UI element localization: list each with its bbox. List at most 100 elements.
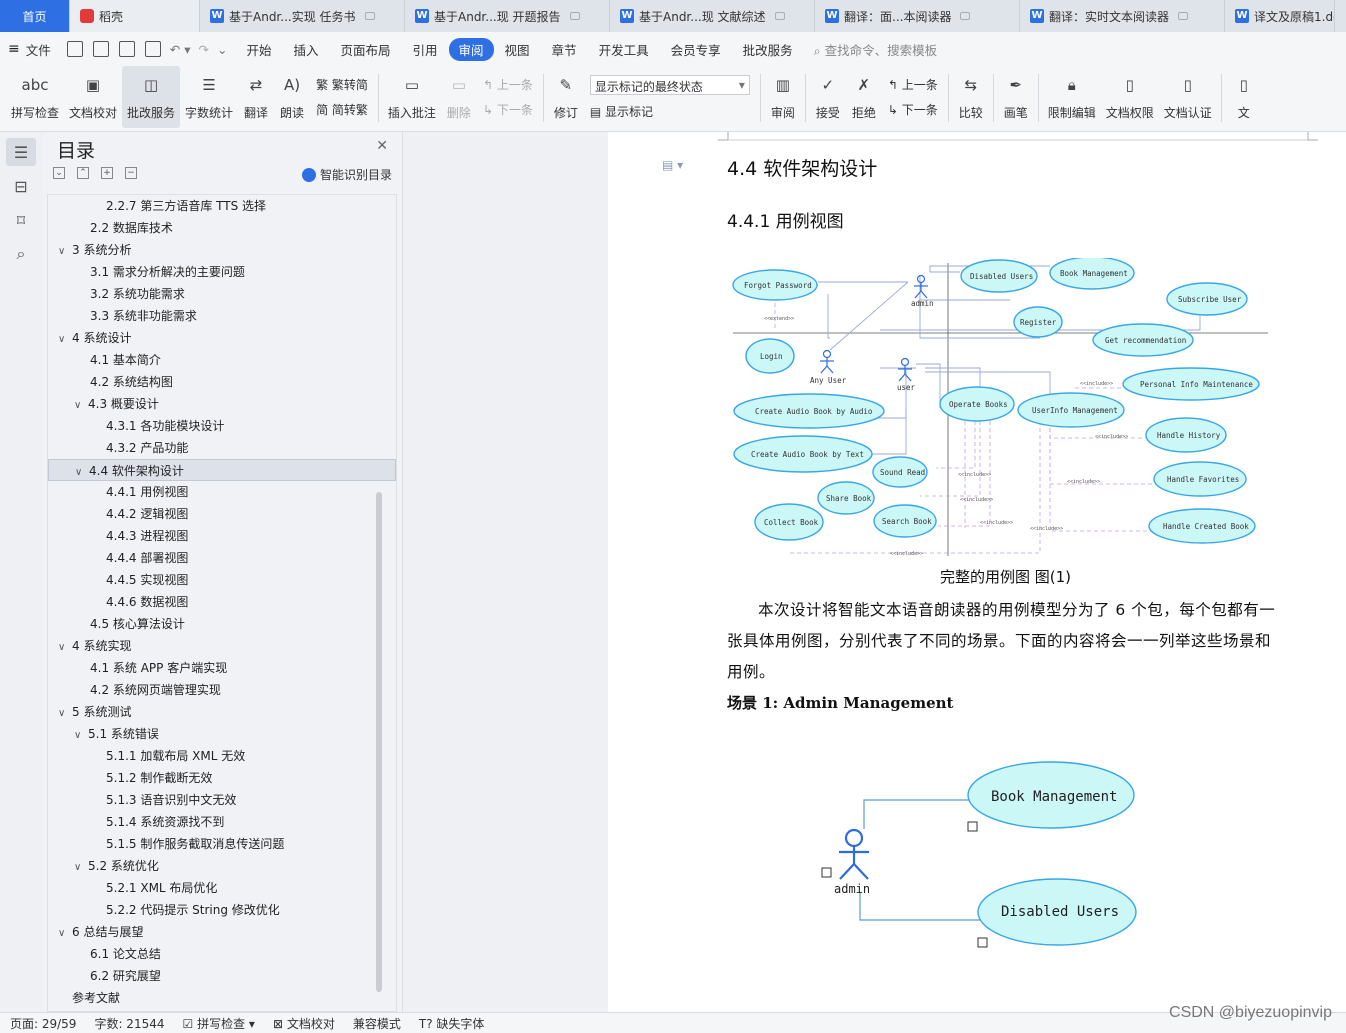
spell-check-button[interactable]: abc 拼写检查 [6, 66, 64, 128]
toc-item[interactable]: 4.4.4 部署视图 [48, 547, 396, 569]
proofread-status[interactable]: ⊠ 文档校对 [273, 1015, 335, 1032]
menu-chapter[interactable]: 章节 [541, 40, 588, 59]
toc-item[interactable]: ∨ 5.2 系统优化 [48, 855, 396, 877]
trad-to-simp-button[interactable]: 繁 繁转简 [316, 76, 368, 93]
pen-button[interactable]: ✒ 画笔 [998, 66, 1034, 128]
export-icon[interactable] [92, 41, 109, 57]
tab-doc-2[interactable]: W 基于Andr...现 开题报告 [405, 0, 610, 32]
document-page[interactable]: ▤ ▾ 4.4 软件架构设计 4.4.1 用例视图 <<extend>> <<i… [608, 132, 1346, 1012]
menu-layout[interactable]: 页面布局 [329, 40, 401, 59]
display-state-select[interactable]: 显示标记的最终状态 ▾ [589, 74, 750, 95]
toc-item[interactable]: 5.1.2 制作截断无效 [48, 767, 396, 789]
translate-button[interactable]: ⇄ 翻译 [238, 66, 274, 128]
scrollbar[interactable] [376, 492, 382, 992]
toc-item[interactable]: 4.1 基本简介 [48, 349, 396, 371]
toc-item[interactable]: 3.2 系统功能需求 [48, 283, 396, 305]
next-revision-button[interactable]: ↳ 下一条 [888, 101, 938, 118]
smart-toc-button[interactable]: 智能识别目录 [301, 166, 392, 183]
menu-reference[interactable]: 引用 [402, 40, 449, 59]
toc-item[interactable]: 6.2 研究展望 [48, 965, 396, 987]
chevron-down-icon[interactable]: ∨ [75, 462, 89, 484]
doc-certify-button[interactable]: ▯ 文档认证 [1159, 66, 1217, 128]
toc-item[interactable]: 参考文献 [48, 987, 396, 1009]
toc-item[interactable]: 4.4.6 数据视图 [48, 591, 396, 613]
toc-item[interactable]: 5.2.2 代码提示 String 修改优化 [48, 899, 396, 921]
print-icon[interactable] [118, 41, 135, 57]
toc-item[interactable]: ∨ 6 总结与展望 [48, 921, 396, 943]
chevron-down-icon[interactable]: ∨ [58, 703, 72, 725]
menu-file[interactable]: 文件 [24, 40, 62, 59]
menu-view[interactable]: 视图 [494, 40, 541, 59]
collapse-icon[interactable]: ⌄ [53, 167, 65, 179]
chevron-down-icon[interactable]: ∨ [58, 329, 72, 351]
redo-icon[interactable]: ↷ [198, 42, 208, 57]
toc-item[interactable]: 4.4.5 实现视图 [48, 569, 396, 591]
menu-correct[interactable]: 批改服务 [732, 40, 804, 59]
hamburger-icon[interactable]: ≡ [8, 41, 20, 57]
menu-member[interactable]: 会员专享 [660, 40, 732, 59]
toc-item[interactable]: 4.2 系统网页端管理实现 [48, 679, 396, 701]
revise-button[interactable]: ✎ 修订 [548, 66, 584, 128]
toc-item[interactable]: 4.4.1 用例视图 [48, 481, 396, 503]
toc-item[interactable]: ∨ 4.3 概要设计 [48, 393, 396, 415]
preview-icon[interactable] [144, 41, 161, 57]
delete-comment-button[interactable]: ▭ 删除 [441, 66, 477, 128]
prev-comment-button[interactable]: ↰ 上一条 [483, 76, 533, 93]
chevron-down-icon[interactable]: ∨ [74, 395, 88, 417]
toc-item[interactable]: 4.4.2 逻辑视图 [48, 503, 396, 525]
compare-button[interactable]: ⇆ 比较 [953, 66, 989, 128]
simp-to-trad-button[interactable]: 简 简转繁 [316, 101, 368, 118]
toc-item[interactable]: 2.2 数据库技术 [48, 217, 396, 239]
show-marks-button[interactable]: ▤ 显示标记 [590, 103, 750, 120]
toc-item[interactable]: 5.1.4 系统资源找不到 [48, 811, 396, 833]
read-aloud-button[interactable]: A) 朗读 [274, 66, 310, 128]
tab-doc-5[interactable]: W 翻译：实时文本阅读器 [1020, 0, 1225, 32]
bookmark-icon[interactable]: ⌑ [6, 206, 36, 234]
tab-doc-3[interactable]: W 基于Andr...现 文献综述 [610, 0, 815, 32]
page-indicator[interactable]: 页面: 29/59 [10, 1015, 76, 1032]
menu-devtools[interactable]: 开发工具 [588, 40, 660, 59]
remove-icon[interactable]: − [125, 167, 137, 179]
spell-check-status[interactable]: ☑ 拼写检查 ▾ [183, 1015, 255, 1032]
toc-item[interactable]: 4.2 系统结构图 [48, 371, 396, 393]
chevron-down-icon[interactable]: ⌄ [217, 42, 227, 57]
accept-button[interactable]: ✓ 接受 [810, 66, 846, 128]
next-comment-button[interactable]: ↳ 下一条 [483, 101, 533, 118]
tab-daoke[interactable]: 稻壳 [70, 0, 200, 32]
restrict-edit-button[interactable]: 🔒︎ 限制编辑 [1043, 66, 1101, 128]
toc-item[interactable]: ∨ 3 系统分析 [48, 239, 396, 261]
toc-item[interactable]: 3.3 系统非功能需求 [48, 305, 396, 327]
review-pane-button[interactable]: ▥ 审阅 [765, 66, 801, 128]
toc-item[interactable]: 2.2.7 第三方语音库 TTS 选择 [48, 195, 396, 217]
command-search[interactable]: ⌕ 查找命令、搜索模板 [814, 40, 938, 59]
expand-icon[interactable]: ⌃ [77, 167, 89, 179]
tab-doc-4[interactable]: W 翻译：面...本阅读器 [815, 0, 1020, 32]
prev-revision-button[interactable]: ↰ 上一条 [888, 76, 938, 93]
toc-item[interactable]: ∨ 4.4 软件架构设计 [48, 459, 396, 481]
tab-doc-1[interactable]: W 基于Andr...实现 任务书 [200, 0, 405, 32]
missing-font-status[interactable]: T? 缺失字体 [419, 1015, 485, 1032]
toc-item[interactable]: 4.1 系统 APP 客户端实现 [48, 657, 396, 679]
toc-item[interactable]: 4.5 核心算法设计 [48, 613, 396, 635]
word-count[interactable]: 字数: 21544 [94, 1015, 164, 1032]
menu-insert[interactable]: 插入 [282, 40, 329, 59]
word-count-button[interactable]: ☰ 字数统计 [180, 66, 238, 128]
toc-item[interactable]: 3.1 需求分析解决的主要问题 [48, 261, 396, 283]
undo-icon[interactable]: ↶ ▾ [170, 42, 191, 57]
add-icon[interactable]: + [101, 167, 113, 179]
navigation-icon[interactable]: ⊟ [6, 172, 36, 200]
toc-item[interactable]: 5.1.1 加载布局 XML 无效 [48, 745, 396, 767]
toc-item[interactable]: 5.1.5 制作服务截取消息传送问题 [48, 833, 396, 855]
close-icon[interactable]: ✕ [376, 138, 388, 154]
doc-rights-button[interactable]: ▯ 文档权限 [1101, 66, 1159, 128]
proofread-button[interactable]: ▣ 文档校对 [64, 66, 122, 128]
toc-item[interactable]: 5.2.1 XML 布局优化 [48, 877, 396, 899]
toc-item[interactable]: ∨ 4 系统实现 [48, 635, 396, 657]
chevron-down-icon[interactable]: ∨ [58, 923, 72, 945]
toc-item[interactable]: ∨ 5 系统测试 [48, 701, 396, 723]
insert-comment-button[interactable]: ▭ 插入批注 [383, 66, 441, 128]
correct-service-button[interactable]: ◫ 批改服务 [122, 66, 181, 128]
toc-item[interactable]: ∨ 4 系统设计 [48, 327, 396, 349]
chevron-down-icon[interactable]: ∨ [58, 241, 72, 263]
menu-start[interactable]: 开始 [235, 40, 282, 59]
